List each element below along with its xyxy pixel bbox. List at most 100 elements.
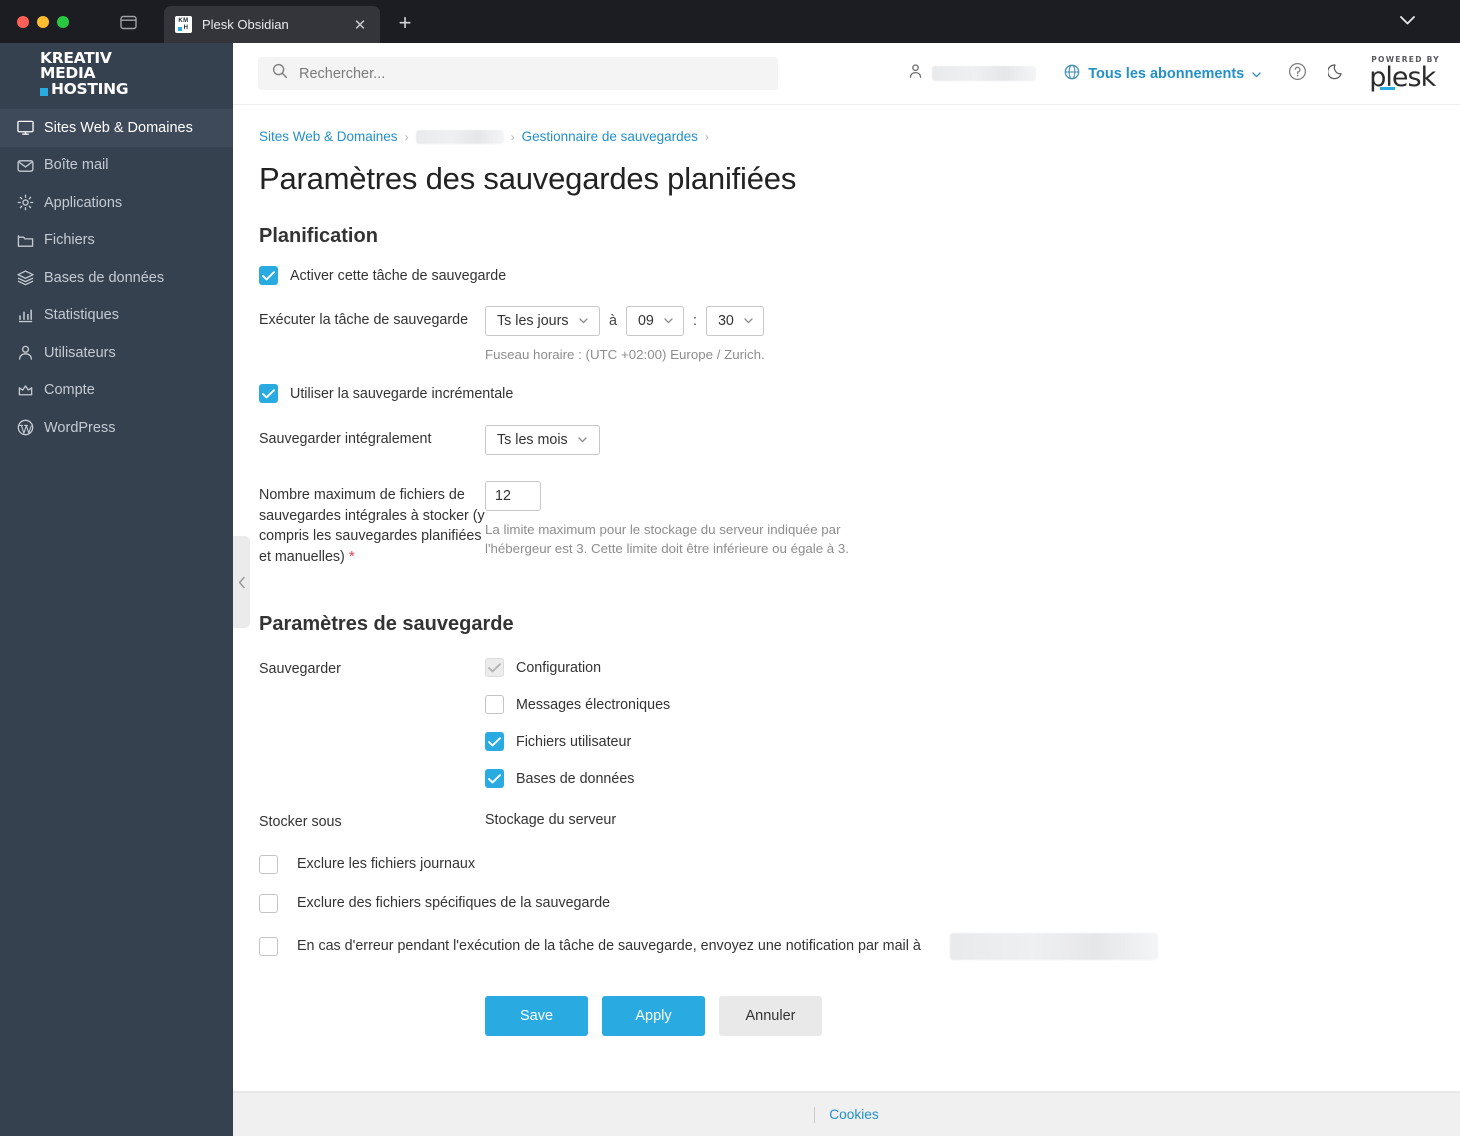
sidebar-item-label: Utilisateurs bbox=[44, 344, 116, 361]
plesk-wordmark-text: plesk bbox=[1369, 61, 1436, 93]
hour-select[interactable]: 09 bbox=[625, 306, 684, 336]
store-in-row: Stocker sous Stockage du serveur bbox=[259, 812, 1460, 833]
globe-icon bbox=[1064, 64, 1080, 84]
incremental-row: Utiliser la sauvegarde incrémentale bbox=[259, 384, 1460, 403]
plesk-logo[interactable]: POWERED BY plesk bbox=[1369, 56, 1440, 91]
maximize-window-button[interactable] bbox=[57, 15, 69, 28]
sidebar-item-sites-web-domaines[interactable]: Sites Web & Domaines bbox=[0, 109, 233, 147]
max-files-input[interactable] bbox=[485, 481, 541, 511]
sidebar-item-boite-mail[interactable]: Boîte mail bbox=[0, 147, 233, 185]
apply-button[interactable]: Apply bbox=[602, 995, 705, 1036]
sidebar-item-utilisateurs[interactable]: Utilisateurs bbox=[0, 334, 233, 372]
chevron-down-icon bbox=[578, 316, 588, 327]
sidebar-item-label: Applications bbox=[44, 194, 123, 211]
chevron-down-icon bbox=[664, 316, 673, 327]
notify-on-error-checkbox[interactable] bbox=[259, 936, 278, 956]
tab-strip: KM H Plesk Obsidian ✕ + bbox=[164, 0, 417, 43]
browser-tab[interactable]: KM H Plesk Obsidian ✕ bbox=[164, 6, 380, 43]
sidebar-item-fichiers[interactable]: Fichiers bbox=[0, 222, 233, 260]
main-content: Tous les abonnements bbox=[233, 43, 1460, 1136]
user-icon bbox=[17, 344, 44, 361]
plesk-app: KREATIV MEDIA HOSTING Sites Web & Domain… bbox=[0, 43, 1460, 1136]
notify-email-input-redacted[interactable] bbox=[949, 932, 1158, 960]
exclude-logs-label: Exclure les fichiers journaux bbox=[297, 856, 475, 872]
backup-option-configuration: Configuration bbox=[485, 658, 1460, 677]
exclude-specific-checkbox[interactable] bbox=[259, 893, 278, 913]
schedule-selectors: Ts les jours à 09: 30 bbox=[485, 306, 1460, 336]
max-files-row: Nombre maximum de fichiers de sauvegarde… bbox=[259, 481, 1460, 567]
run-task-row: Exécuter la tâche de sauvegarde Ts les j… bbox=[259, 306, 1460, 364]
help-button[interactable] bbox=[1277, 62, 1317, 86]
new-tab-icon[interactable]: + bbox=[393, 10, 417, 36]
sidebar-item-statistiques[interactable]: Statistiques bbox=[0, 297, 233, 335]
user-menu[interactable] bbox=[896, 63, 1048, 84]
max-files-label: Nombre maximum de fichiers de sauvegarde… bbox=[259, 481, 485, 567]
subscriptions-selector[interactable]: Tous les abonnements bbox=[1048, 64, 1277, 84]
sidebar-item-applications[interactable]: Applications bbox=[0, 184, 233, 222]
chevron-down-icon[interactable] bbox=[1399, 13, 1416, 31]
breadcrumb-item-domain-redacted[interactable] bbox=[415, 129, 504, 144]
full-backup-select[interactable]: Ts les mois bbox=[485, 425, 600, 455]
search-box[interactable] bbox=[258, 57, 778, 90]
plesk-accent-underline bbox=[1380, 87, 1396, 90]
sidebar-item-bases-de-donnees[interactable]: Bases de données bbox=[0, 259, 233, 297]
breadcrumb-separator: › bbox=[510, 129, 515, 144]
sidebar-item-label: Fichiers bbox=[44, 232, 95, 249]
page-body: Sites Web & Domaines › › Gestionnaire de… bbox=[233, 105, 1460, 1092]
search-input[interactable] bbox=[299, 65, 764, 82]
enable-task-checkbox[interactable] bbox=[259, 266, 278, 285]
notify-on-error-label: En cas d'erreur pendant l'exécution de l… bbox=[297, 938, 921, 954]
close-window-button[interactable] bbox=[17, 15, 29, 28]
sidebar-item-wordpress[interactable]: WordPress bbox=[0, 409, 233, 447]
mail-messages-checkbox[interactable] bbox=[485, 695, 504, 714]
backup-option-messages-electroniques: Messages électroniques bbox=[485, 695, 1460, 714]
minute-value: 30 bbox=[717, 313, 734, 329]
breadcrumb-item-gestionnaire-de-sauvegardes[interactable]: Gestionnaire de sauvegardes bbox=[522, 129, 698, 144]
databases-checkbox[interactable] bbox=[485, 769, 504, 788]
cancel-button[interactable]: Annuler bbox=[719, 995, 822, 1036]
cookies-link[interactable]: Cookies bbox=[829, 1107, 878, 1122]
user-files-checkbox[interactable] bbox=[485, 732, 504, 751]
footer-divider bbox=[814, 1106, 816, 1123]
gear-icon bbox=[17, 194, 44, 211]
notify-on-error-row: En cas d'erreur pendant l'exécution de l… bbox=[259, 932, 1460, 960]
breadcrumb-separator: › bbox=[704, 129, 709, 144]
run-task-label: Exécuter la tâche de sauvegarde bbox=[259, 312, 469, 328]
exclude-logs-checkbox[interactable] bbox=[259, 854, 278, 874]
folder-icon bbox=[17, 232, 44, 249]
incremental-label: Utiliser la sauvegarde incrémentale bbox=[290, 385, 514, 402]
sidebar-item-compte[interactable]: Compte bbox=[0, 372, 233, 410]
crown-icon bbox=[17, 382, 44, 399]
sidebar-collapse-handle[interactable] bbox=[233, 536, 250, 628]
breadcrumb-item-sites-web-domaines[interactable]: Sites Web & Domaines bbox=[259, 129, 398, 144]
full-backup-label: Sauvegarder intégralement bbox=[259, 431, 432, 447]
content-divider bbox=[233, 1091, 1460, 1092]
monitor-icon bbox=[17, 119, 44, 136]
sidebar-item-label: Sites Web & Domaines bbox=[44, 119, 193, 136]
breadcrumb-separator: › bbox=[404, 129, 409, 144]
save-button[interactable]: Save bbox=[485, 995, 588, 1036]
frequency-select[interactable]: Ts les jours bbox=[485, 306, 600, 336]
minute-select[interactable]: 30 bbox=[705, 306, 764, 336]
browser-titlebar: KM H Plesk Obsidian ✕ + bbox=[0, 0, 1460, 43]
backup-option-label: Messages électroniques bbox=[516, 696, 671, 713]
incremental-checkbox[interactable] bbox=[259, 384, 278, 403]
time-separator: : bbox=[692, 313, 697, 329]
sidebar-item-label: Statistiques bbox=[44, 307, 119, 324]
chevron-down-icon bbox=[578, 435, 587, 446]
timezone-hint: Fuseau horaire : (UTC +02:00) Europe / Z… bbox=[485, 347, 765, 362]
window-controls bbox=[17, 15, 69, 28]
minimize-window-button[interactable] bbox=[37, 15, 49, 28]
store-in-label: Stocker sous bbox=[259, 814, 342, 830]
close-icon[interactable]: ✕ bbox=[351, 16, 369, 34]
browser-sidebar-toggle-icon[interactable] bbox=[113, 9, 143, 35]
backup-option-label: Fichiers utilisateur bbox=[516, 733, 632, 750]
chevron-left-icon bbox=[238, 576, 245, 588]
brand-logo[interactable]: KREATIV MEDIA HOSTING bbox=[0, 43, 233, 105]
help-circle-icon bbox=[1288, 62, 1307, 86]
backup-option-label: Configuration bbox=[516, 659, 602, 676]
at-label: à bbox=[609, 313, 617, 329]
dark-mode-toggle[interactable] bbox=[1317, 62, 1357, 85]
plesk-wordmark: plesk bbox=[1369, 61, 1440, 93]
page-title: Paramètres des sauvegardes planifiées bbox=[259, 161, 797, 196]
